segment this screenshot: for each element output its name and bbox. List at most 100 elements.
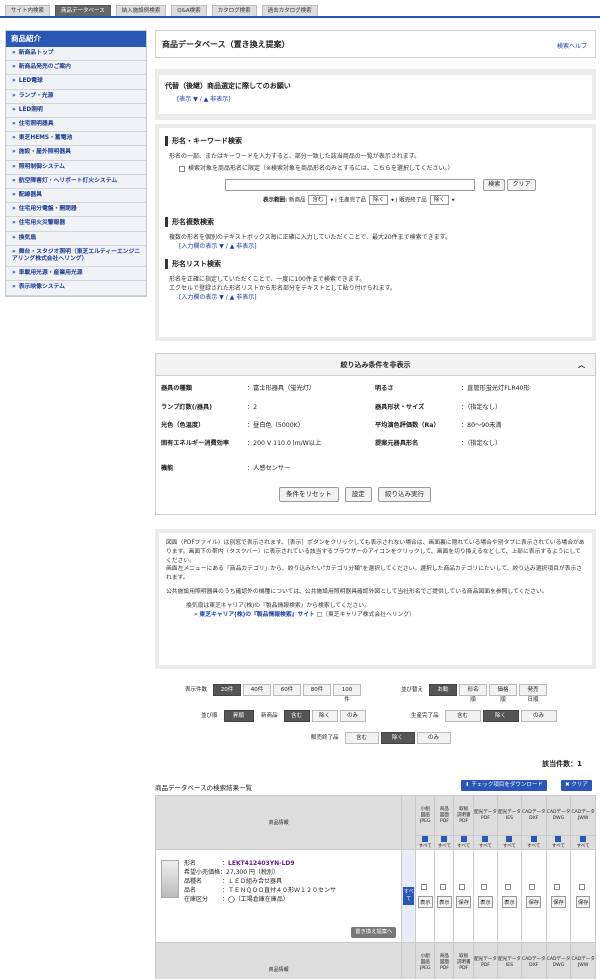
search-help-link[interactable]: 検索ヘルプ [557, 41, 587, 50]
file-cell: 表示 [472, 849, 498, 943]
sidebar-item-label: 換気扇 [18, 234, 37, 241]
filter-value: ：（指定なし） [461, 440, 502, 447]
option-prod-button[interactable]: 除く [482, 710, 519, 722]
carrier-site-link[interactable]: 東芝キャリア(株)の『製品情報検索』サイト [199, 612, 314, 618]
search-button[interactable]: 検索 [483, 179, 506, 191]
option-per-button[interactable]: 80件 [303, 684, 332, 696]
range-prod-select[interactable]: 除く [369, 195, 389, 205]
file-save-button[interactable]: 保存 [551, 896, 566, 909]
multi-search-desc: 複数の形名を個別のテキストボックス毎に正確に入力していただくことで、最大20件ま… [169, 234, 452, 241]
model-only-checkbox[interactable] [179, 165, 185, 172]
checkbox-icon[interactable] [482, 836, 489, 843]
option-order-button[interactable]: 昇順 [223, 710, 254, 722]
option-per-button[interactable]: 100件 [333, 684, 362, 703]
checkbox-icon[interactable] [441, 836, 448, 843]
list-search-toggle[interactable]: [入力欄の表示 ▼ / ▲ 非表示] [179, 294, 257, 301]
sidebar-item[interactable]: » ランプ・光源 [6, 90, 146, 104]
file-show-button[interactable]: 表示 [437, 896, 452, 909]
sidebar-item[interactable]: » 東芝HEMS・蓄電池 [6, 132, 146, 147]
reset-conditions-button[interactable]: 条件をリセット [279, 487, 339, 502]
file-checkbox[interactable] [578, 883, 585, 890]
tab-product-db[interactable]: 商品データベース [55, 5, 111, 16]
option-sort-button[interactable]: 発売日順 [519, 684, 548, 703]
option-sort-button[interactable]: お勧め順 [429, 684, 458, 703]
option-sold-button[interactable]: のみ [416, 732, 451, 744]
range-new-select[interactable]: 含む [308, 195, 328, 205]
bottom-col-header: CADデータ JWW [570, 942, 596, 979]
file-checkbox[interactable] [459, 883, 466, 890]
filter-toggle[interactable]: 絞り込み条件を非表示 ︿ [156, 354, 595, 376]
checkbox-icon[interactable] [580, 836, 587, 843]
product-model-link[interactable]: LEKT412403YN-LD9 [228, 860, 295, 867]
file-checkbox[interactable] [504, 883, 511, 890]
option-per-button[interactable]: 20件 [213, 684, 242, 696]
row-select-all-button[interactable]: すべて [403, 887, 415, 905]
option-sold-button[interactable]: 除く [380, 732, 415, 744]
tab-qa-search[interactable]: Q&A検索 [171, 5, 207, 16]
option-new-button[interactable]: のみ [339, 710, 366, 722]
clear-checked-button[interactable]: ✖ クリア [561, 780, 592, 791]
file-show-button[interactable]: 表示 [417, 896, 433, 909]
column-header-label: CADデータ DWG [546, 809, 571, 821]
sidebar-item[interactable]: » 新商品発売のご案内 [6, 61, 146, 76]
range-sold-select[interactable]: 除く [429, 195, 449, 205]
sidebar-item[interactable]: » LED電球 [6, 75, 146, 90]
info-p4: 換気扇は東芝キャリア(株)の『製品情報検索』から検索してください。 [186, 602, 370, 609]
tab-site-search[interactable]: サイト内検索 [5, 5, 51, 16]
checkbox-icon[interactable] [555, 836, 562, 843]
replace-proposal-button[interactable]: 置き換え提案へ [351, 927, 397, 938]
sidebar-item[interactable]: » 換気扇 [6, 232, 146, 246]
sidebar-item[interactable]: » 住宅照明器具 [6, 118, 146, 133]
sidebar-item[interactable]: » 航空障害灯・ヘリポート灯火システム [6, 175, 146, 190]
sidebar-item[interactable]: » 施設・屋外照明器具 [6, 146, 146, 161]
option-new-button[interactable]: 含む [283, 710, 310, 722]
tab-old-catalog-search[interactable]: 過去カタログ検索 [261, 5, 318, 16]
checkbox-icon[interactable] [422, 836, 429, 843]
filter-value: ：（指定なし） [461, 404, 502, 411]
option-new-button[interactable]: 除く [311, 710, 338, 722]
filter-value: ：200 V 110.0 lm/W以上 [247, 440, 322, 447]
checkbox-icon[interactable] [460, 836, 467, 843]
option-prod-button[interactable]: のみ [520, 710, 557, 722]
file-checkbox[interactable] [439, 883, 446, 890]
option-sort-button[interactable]: 価格順 [489, 684, 518, 703]
settings-button[interactable]: 設定 [344, 487, 372, 502]
sidebar-item[interactable]: » 住宅用火災警報器 [6, 217, 146, 232]
clear-button[interactable]: クリア [507, 179, 536, 191]
file-save-button[interactable]: 保存 [526, 896, 542, 909]
sidebar-item[interactable]: » 舞台・スタジオ照明（東芝エルティーエンジニアリング株式会社ヘリング） [6, 246, 146, 268]
option-per-button[interactable]: 40件 [243, 684, 272, 696]
tab-facility-search[interactable]: 納入施設例検索 [115, 5, 167, 16]
multi-search-toggle[interactable]: [入力欄の表示 ▼ / ▲ 非表示] [179, 243, 257, 250]
sidebar-item[interactable]: » 表示映像システム [6, 281, 146, 296]
sidebar-item[interactable]: » 新商品トップ [6, 47, 146, 62]
sidebar-item[interactable]: » 住宅用分電盤・開閉器 [6, 203, 146, 218]
download-checked-button[interactable]: ⬇ チェック項目をダウンロード [461, 780, 547, 791]
sidebar-item[interactable]: » LED照明 [6, 104, 146, 119]
carrier-note: （東芝キャリア株式会社ヘリング） [322, 611, 415, 618]
option-prod-button[interactable]: 含む [444, 710, 481, 722]
sidebar-item[interactable]: » 配線器具 [6, 189, 146, 204]
checkbox-icon[interactable] [506, 836, 513, 843]
option-sort-button[interactable]: 形名順 [459, 684, 488, 703]
notice-title: 代替（後継）商品選定に際してのお願い [165, 82, 291, 90]
option-per-button[interactable]: 60件 [273, 684, 302, 696]
apply-filter-button[interactable]: 絞り込み実行 [377, 487, 431, 502]
file-checkbox[interactable] [553, 883, 560, 890]
checkbox-icon[interactable] [530, 836, 537, 843]
keyword-input[interactable] [225, 179, 475, 191]
file-show-button[interactable]: 表示 [502, 896, 517, 909]
file-save-button[interactable]: 保存 [575, 896, 591, 909]
info-p2: 画面左メニューにある「商品カテゴリ」から、絞り込みたい"カテゴリ分類"を選択して… [166, 566, 583, 582]
file-show-button[interactable]: 表示 [478, 896, 493, 909]
file-checkbox[interactable] [420, 883, 427, 890]
notice-toggle-link[interactable]: [表示 ▼ / ▲ 非表示] [177, 96, 231, 103]
select-all-label: すべて [418, 843, 432, 849]
sidebar-item[interactable]: » 車載用光源・産業用光源 [6, 267, 146, 282]
file-save-button[interactable]: 保存 [456, 896, 472, 909]
tab-catalog-search[interactable]: カタログ検索 [211, 5, 257, 16]
sidebar-item[interactable]: » 照明制御システム [6, 161, 146, 175]
option-sold-button[interactable]: 含む [344, 732, 379, 744]
file-checkbox[interactable] [529, 883, 536, 890]
file-checkbox[interactable] [480, 883, 487, 890]
